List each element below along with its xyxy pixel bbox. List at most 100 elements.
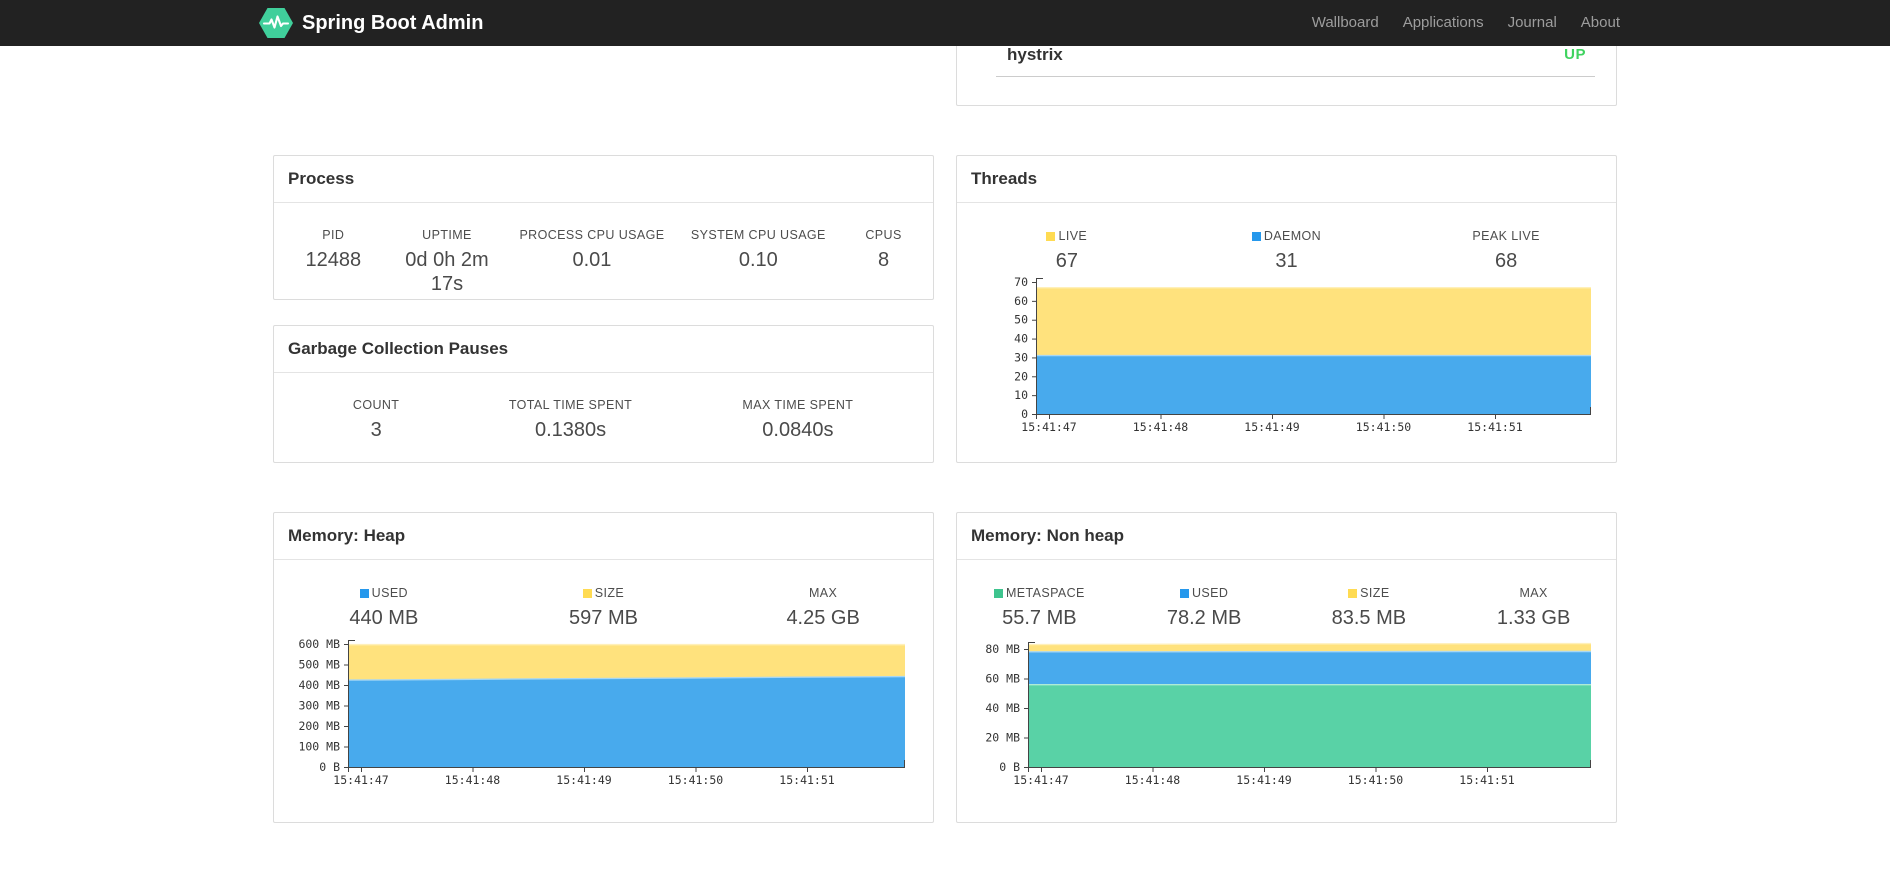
metric-count: COUNT 3 — [274, 398, 478, 442]
metric-label: TOTAL TIME SPENT — [508, 398, 633, 412]
svg-text:300 MB: 300 MB — [298, 699, 340, 713]
svg-text:15:41:49: 15:41:49 — [1244, 420, 1299, 434]
metric-label: LIVE — [957, 229, 1177, 244]
metric-label: PEAK LIVE — [1472, 229, 1540, 243]
metric-metaspace: METASPACE 55.7 MB — [957, 586, 1122, 630]
legend-swatch-icon — [1348, 589, 1358, 598]
metric-value: 78.2 MB — [1166, 607, 1242, 629]
metric-value: 68 — [1495, 250, 1518, 272]
nav-menu: Wallboard Applications Journal About — [1300, 0, 1632, 46]
metric-value: 440 MB — [349, 607, 419, 629]
memory-heap-legend: USED 440 MB SIZE 597 MB MAX 4.25 GB — [274, 586, 933, 630]
metric-uptime: UPTIME 0d 0h 2m 17s — [393, 228, 502, 296]
svg-text:20: 20 — [1014, 369, 1028, 383]
metric-value: 597 MB — [569, 607, 638, 629]
svg-text:50: 50 — [1014, 313, 1028, 327]
metric-value: 12488 — [305, 249, 362, 271]
metric-used: USED 440 MB — [274, 586, 494, 630]
metric-label: PID — [322, 228, 345, 242]
legend-swatch-icon — [582, 589, 592, 598]
memory-heap-chart: 0 B 100 MB 200 MB 300 MB 400 MB 500 MB 600 MB 1… — [298, 637, 906, 787]
legend-swatch-icon — [993, 589, 1003, 598]
metric-value: 55.7 MB — [1002, 607, 1077, 629]
nav-item-wallboard: Wallboard — [1300, 0, 1391, 46]
nav-item-journal: Journal — [1496, 0, 1569, 46]
nav-link-journal[interactable]: Journal — [1496, 0, 1569, 46]
metric-value: 31 — [1275, 250, 1298, 272]
svg-text:40: 40 — [1014, 332, 1028, 346]
metric-value: 83.5 MB — [1331, 607, 1407, 629]
memory-heap-card: Memory: Heap USED 440 MB SIZE 597 MB MAX 4.25… — [273, 512, 934, 823]
svg-text:60 MB: 60 MB — [985, 672, 1020, 686]
metric-value: 0.1380s — [534, 419, 607, 441]
legend-swatch-icon — [1046, 232, 1056, 241]
svg-text:200 MB: 200 MB — [298, 719, 340, 733]
brand-link[interactable]: Spring Boot Admin — [259, 8, 483, 38]
gc-card: Garbage Collection Pauses COUNT 3 TOTAL TI… — [273, 325, 934, 463]
nav-link-about[interactable]: About — [1569, 0, 1632, 46]
nav-link-wallboard[interactable]: Wallboard — [1300, 0, 1391, 46]
metric-label: MAX — [1519, 586, 1548, 600]
metric-used: USED 78.2 MB — [1122, 586, 1287, 630]
svg-text:15:41:50: 15:41:50 — [668, 773, 723, 787]
metric-value: 8 — [877, 249, 890, 271]
svg-text:15:41:47: 15:41:47 — [1013, 773, 1068, 787]
svg-text:0 B: 0 B — [999, 760, 1020, 774]
metric-label: CPUS — [865, 228, 902, 242]
memory-non-heap-card-title: Memory: Non heap — [957, 513, 1616, 560]
process-metrics: PID 12488 UPTIME 0d 0h 2m 17s PROCESS CPU US… — [274, 228, 933, 296]
threads-chart: 0 10 20 30 40 50 60 70 15:41:47 15:41:48 15:41:49 1… — [1014, 277, 1591, 434]
metric-value: 0d 0h 2m 17s — [405, 249, 489, 295]
gc-card-title: Garbage Collection Pauses — [274, 326, 933, 373]
threads-card-title: Threads — [957, 156, 1616, 203]
threads-card: Threads LIVE 67 DAEMON 31 PEAK LIVE 68 0 10 20 3… — [956, 155, 1617, 463]
nav-item-about: About — [1569, 0, 1632, 46]
metric-label: MAX — [808, 586, 838, 600]
metric-process-cpu-usage: PROCESS CPU USAGE 0.01 — [501, 228, 682, 296]
metric-label: COUNT — [352, 398, 400, 412]
empty-left-column — [273, 46, 934, 106]
metric-value: 3 — [370, 419, 382, 441]
metric-max-time-spent: MAX TIME SPENT 0.0840s — [663, 398, 933, 442]
process-card: Process PID 12488 UPTIME 0d 0h 2m 17s PROCES… — [273, 155, 934, 300]
metric-label: DAEMON — [1177, 229, 1397, 244]
application-status-badge: UP — [1564, 46, 1586, 63]
metric-size: SIZE 83.5 MB — [1287, 586, 1452, 630]
metric-label: USED — [1122, 586, 1287, 601]
svg-text:15:41:48: 15:41:48 — [1125, 773, 1180, 787]
svg-text:0 B: 0 B — [319, 760, 340, 774]
metric-label: UPTIME — [422, 228, 472, 242]
legend-swatch-icon — [359, 589, 369, 598]
svg-text:10: 10 — [1014, 388, 1028, 402]
nav-link-applications[interactable]: Applications — [1391, 0, 1496, 46]
metric-cpus: CPUS 8 — [834, 228, 933, 296]
brand-logo-icon — [259, 8, 293, 38]
svg-text:15:41:50: 15:41:50 — [1348, 773, 1403, 787]
memory-non-heap-card: Memory: Non heap METASPACE 55.7 MB USED 78.… — [956, 512, 1617, 823]
svg-text:15:41:50: 15:41:50 — [1356, 420, 1411, 434]
metric-value: 67 — [1055, 250, 1078, 272]
svg-text:30: 30 — [1014, 350, 1028, 364]
metric-value: 0.01 — [572, 249, 612, 271]
metric-label: SYSTEM CPU USAGE — [690, 228, 826, 242]
svg-text:15:41:51: 15:41:51 — [1467, 420, 1522, 434]
nav-item-applications: Applications — [1391, 0, 1496, 46]
svg-text:0: 0 — [1021, 407, 1028, 421]
svg-text:80 MB: 80 MB — [985, 642, 1020, 656]
memory-non-heap-chart: 0 B 20 MB 40 MB 60 MB 80 MB 15:41:47 15:41:48 1… — [985, 642, 1592, 787]
svg-text:40 MB: 40 MB — [985, 701, 1020, 715]
process-card-title: Process — [274, 156, 933, 203]
metric-system-cpu-usage: SYSTEM CPU USAGE 0.10 — [683, 228, 835, 296]
metric-max: MAX 4.25 GB — [713, 586, 933, 630]
application-name: hystrix — [1007, 44, 1063, 64]
svg-text:20 MB: 20 MB — [985, 731, 1020, 745]
svg-text:15:41:48: 15:41:48 — [1133, 420, 1188, 434]
metric-label: MAX TIME SPENT — [742, 398, 854, 412]
metric-max: MAX 1.33 GB — [1451, 586, 1616, 630]
legend-swatch-icon — [1179, 589, 1189, 598]
metric-label: SIZE — [1287, 586, 1452, 601]
svg-text:15:41:51: 15:41:51 — [779, 773, 834, 787]
metric-label: USED — [274, 586, 494, 601]
svg-text:15:41:49: 15:41:49 — [556, 773, 611, 787]
svg-text:15:41:51: 15:41:51 — [1459, 773, 1514, 787]
